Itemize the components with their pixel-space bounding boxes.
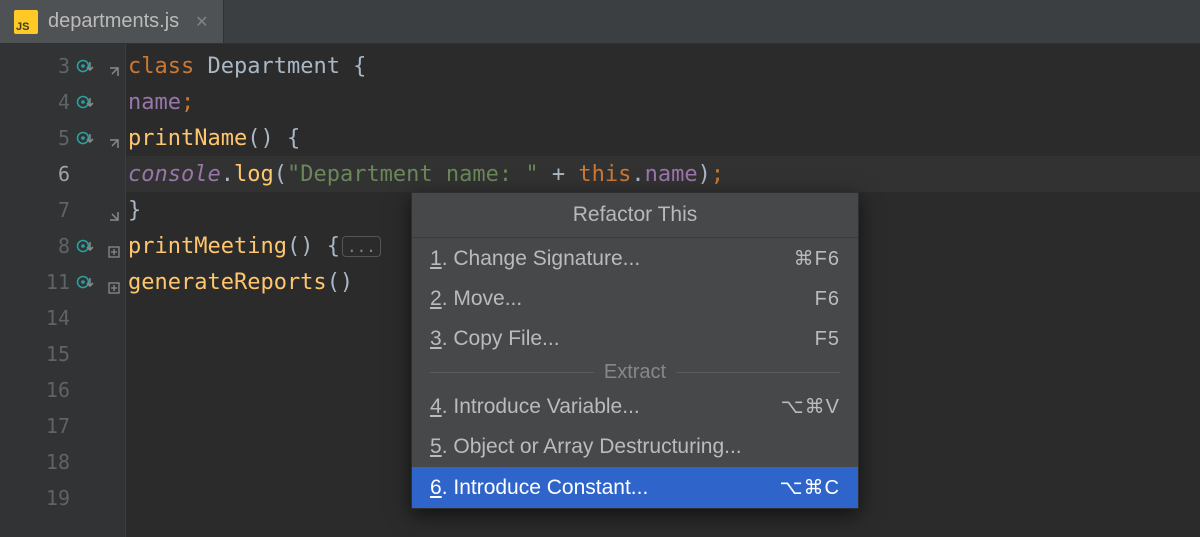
close-icon[interactable]: ✕ (189, 12, 208, 32)
menu-item-label: 3. Copy File... (430, 327, 560, 351)
fold-end-icon[interactable] (108, 203, 122, 217)
gutter-row[interactable]: 19 (0, 480, 104, 516)
line-number: 11 (46, 270, 70, 294)
menu-item-shortcut: F5 (815, 328, 840, 351)
editor-tab[interactable]: JS departments.js ✕ (0, 0, 224, 43)
fold-row (104, 84, 125, 120)
popup-title: Refactor This (412, 193, 858, 238)
fold-row (104, 264, 125, 300)
fold-row (104, 120, 125, 156)
line-number: 7 (58, 198, 70, 222)
fold-row (104, 192, 125, 228)
tab-bar: JS departments.js ✕ (0, 0, 1200, 44)
gutter-row[interactable]: 11 (0, 264, 104, 300)
gutter-row[interactable]: 7 (0, 192, 104, 228)
fold-row (104, 156, 125, 192)
line-number: 6 (58, 162, 70, 186)
menu-item-shortcut: ⌥⌘V (781, 394, 840, 419)
code-line[interactable]: printName() { (126, 120, 1200, 156)
line-number: 4 (58, 90, 70, 114)
menu-item-label: 1. Change Signature... (430, 247, 640, 271)
override-icon[interactable] (76, 56, 96, 76)
line-number: 17 (46, 414, 70, 438)
refactor-menu-item[interactable]: 2. Move... F6 (412, 279, 858, 319)
fold-row (104, 48, 125, 84)
menu-item-shortcut: F6 (815, 288, 840, 311)
refactor-popup: Refactor This 1. Change Signature... ⌘F6 2… (411, 192, 859, 509)
menu-item-label: 5. Object or Array Destructuring... (430, 435, 742, 459)
gutter-row[interactable]: 3 (0, 48, 104, 84)
gutter-row[interactable]: 17 (0, 408, 104, 444)
fold-row (104, 228, 125, 264)
menu-item-label: 6. Introduce Constant... (430, 476, 648, 500)
fold-row (104, 444, 125, 480)
menu-item-label: 2. Move... (430, 287, 522, 311)
fold-collapse-icon[interactable] (108, 131, 122, 145)
line-number: 14 (46, 306, 70, 330)
fold-row (104, 480, 125, 516)
fold-collapse-icon[interactable] (108, 59, 122, 73)
menu-item-shortcut: ⌥⌘C (780, 475, 841, 500)
override-icon[interactable] (76, 92, 96, 112)
code-line[interactable]: class Department { (126, 48, 1200, 84)
gutter-row[interactable]: 16 (0, 372, 104, 408)
code-line-current[interactable]: console.log("Department name: " + this.n… (126, 156, 1200, 192)
gutter-row[interactable]: 15 (0, 336, 104, 372)
fold-row (104, 408, 125, 444)
override-icon[interactable] (76, 272, 96, 292)
refactor-menu-item[interactable]: 6. Introduce Constant... ⌥⌘C (412, 467, 858, 508)
fold-row (104, 372, 125, 408)
line-number: 16 (46, 378, 70, 402)
gutter-row[interactable]: 18 (0, 444, 104, 480)
line-number: 8 (58, 234, 70, 258)
line-number: 18 (46, 450, 70, 474)
line-number: 15 (46, 342, 70, 366)
menu-item-label: 4. Introduce Variable... (430, 395, 640, 419)
fold-expand-icon[interactable] (108, 275, 122, 289)
gutter-row[interactable]: 6 (0, 156, 104, 192)
refactor-menu-item[interactable]: 1. Change Signature... ⌘F6 (412, 238, 858, 279)
fold-row (104, 300, 125, 336)
gutter-row[interactable]: 4 (0, 84, 104, 120)
tab-filename: departments.js (48, 10, 179, 33)
line-number: 5 (58, 126, 70, 150)
js-file-icon: JS (14, 10, 38, 34)
popup-separator: Extract (412, 359, 858, 386)
menu-item-shortcut: ⌘F6 (794, 246, 840, 271)
refactor-menu-item[interactable]: 3. Copy File... F5 (412, 319, 858, 359)
gutter-row[interactable]: 8 (0, 228, 104, 264)
gutter: 3 4 5 6 7 8 11 14 15 16 17 18 19 (0, 44, 104, 537)
gutter-row[interactable]: 5 (0, 120, 104, 156)
refactor-menu-item[interactable]: 5. Object or Array Destructuring... (412, 427, 858, 467)
override-icon[interactable] (76, 236, 96, 256)
line-number: 3 (58, 54, 70, 78)
override-icon[interactable] (76, 128, 96, 148)
fold-strip (104, 44, 126, 537)
fold-ellipsis[interactable]: ... (342, 236, 381, 257)
line-number: 19 (46, 486, 70, 510)
fold-row (104, 336, 125, 372)
refactor-menu-item[interactable]: 4. Introduce Variable... ⌥⌘V (412, 386, 858, 427)
fold-expand-icon[interactable] (108, 239, 122, 253)
gutter-row[interactable]: 14 (0, 300, 104, 336)
code-line[interactable]: name; (126, 84, 1200, 120)
